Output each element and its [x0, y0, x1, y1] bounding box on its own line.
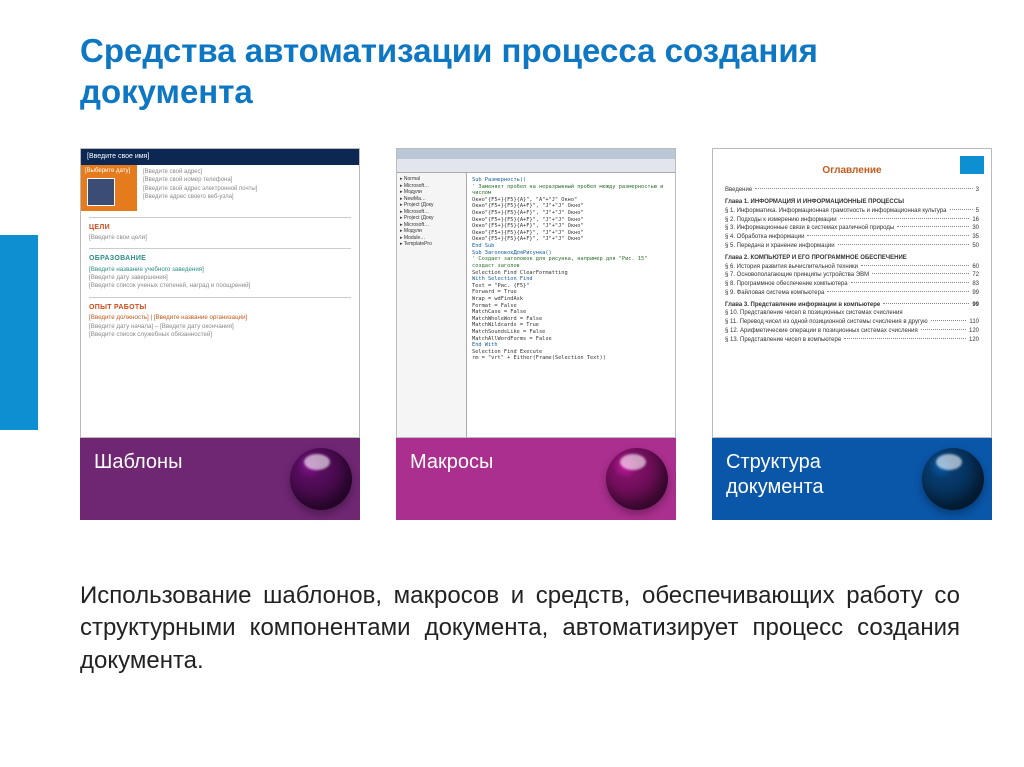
tpl-name: [Введите свое имя] [81, 149, 359, 165]
vb-code-pane: Sub Размерность()' Заменяет пробел на не… [467, 173, 675, 437]
tpl-goals: [Введите свои цели] [89, 234, 351, 242]
orb-icon [606, 448, 668, 510]
vb-toolbar [397, 159, 675, 173]
tpl-edu1: [Введите название учебного заведения] [89, 266, 351, 274]
card-templates: [Введите свое имя] [Выберите дату] [Введ… [80, 148, 360, 520]
tpl-avatar [87, 178, 115, 206]
thumb-code: ▸ Normal▸ Microsoft…▸ Модули▸ NewMa…▸ Pr… [396, 148, 676, 438]
toc-rows: Введение3Глава 1. ИНФОРМАЦИЯ И ИНФОРМАЦИ… [725, 187, 979, 344]
card-label: Структура документа [726, 450, 906, 500]
card-label-bar: Структура документа [712, 438, 992, 520]
tpl-goals-h: ЦЕЛИ [89, 224, 351, 232]
tpl-edu3: [Введите список ученых степеней, наград … [89, 282, 351, 290]
tpl-edu2: [Введите дату завершения] [89, 274, 351, 282]
slide-title: Средства автоматизации процесса создания… [80, 30, 960, 113]
tpl-work3: [Введите список служебных обязанностей] [89, 331, 351, 339]
thumb-template: [Введите свое имя] [Выберите дату] [Введ… [80, 148, 360, 438]
card-label-bar: Макросы [396, 438, 676, 520]
orb-icon [290, 448, 352, 510]
vb-titlebar [397, 149, 675, 159]
tpl-work1: [Введите должность] | [Введите название … [89, 314, 351, 322]
card-label: Макросы [410, 450, 493, 475]
card-label-bar: Шаблоны [80, 438, 360, 520]
body-paragraph: Использование шаблонов, макросов и средс… [80, 580, 960, 677]
card-structure: Оглавление Введение3Глава 1. ИНФОРМАЦИЯ … [712, 148, 992, 520]
toc-heading: Оглавление [725, 165, 979, 177]
accent-sidebar [0, 235, 38, 430]
tpl-date-label: [Выберите дату] [85, 168, 133, 175]
cards-row: [Введите свое имя] [Выберите дату] [Введ… [80, 148, 992, 520]
tpl-contact-fields: [Введите свой адрес][Введите свой номер … [137, 165, 359, 210]
card-label: Шаблоны [94, 450, 182, 475]
tpl-work2: [Введите дату начала] – [Введите дату ок… [89, 323, 351, 331]
orb-icon [922, 448, 984, 510]
tpl-work-h: ОПЫТ РАБОТЫ [89, 304, 351, 312]
vb-project-tree: ▸ Normal▸ Microsoft…▸ Модули▸ NewMa…▸ Pr… [397, 173, 467, 437]
card-macros: ▸ Normal▸ Microsoft…▸ Модули▸ NewMa…▸ Pr… [396, 148, 676, 520]
thumb-toc: Оглавление Введение3Глава 1. ИНФОРМАЦИЯ … [712, 148, 992, 438]
toc-corner [960, 156, 984, 174]
tpl-date-cell: [Выберите дату] [81, 165, 137, 210]
tpl-edu-h: ОБРАЗОВАНИЕ [89, 255, 351, 263]
